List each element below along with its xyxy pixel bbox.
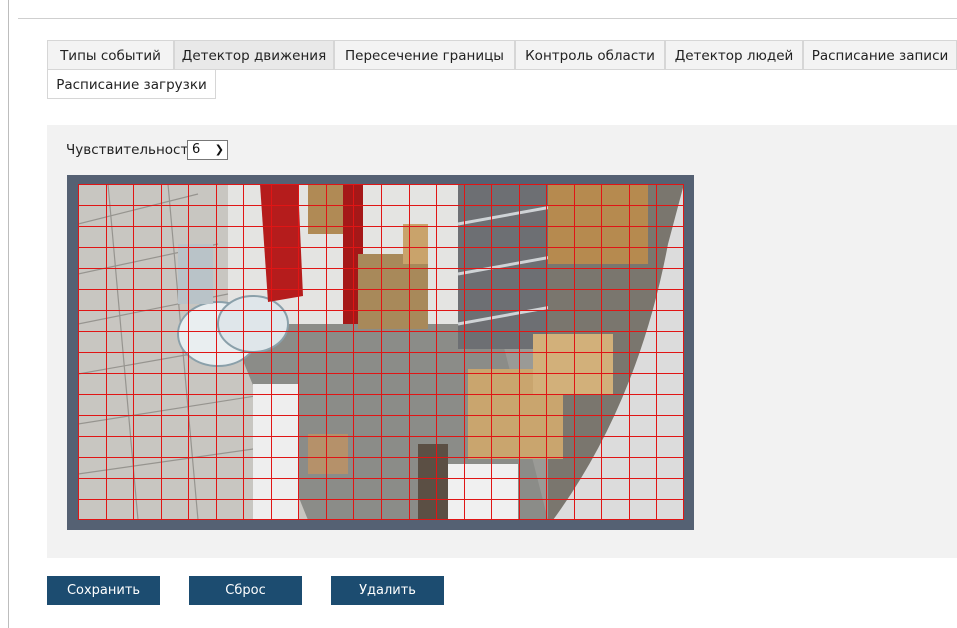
- tab-people-detector[interactable]: Детектор людей: [665, 40, 803, 70]
- left-border: [8, 0, 9, 628]
- tab-record-schedule[interactable]: Расписание записи: [803, 40, 957, 70]
- camera-view[interactable]: [78, 184, 684, 520]
- tab-event-types[interactable]: Типы событий: [47, 40, 174, 70]
- save-button[interactable]: Сохранить: [47, 576, 160, 605]
- boxes-upper-right: [548, 184, 648, 264]
- cable-rack: [178, 244, 213, 304]
- tab-motion-detection[interactable]: Детектор движения: [174, 40, 334, 70]
- delete-button[interactable]: Удалить: [331, 576, 444, 605]
- boxes-center: [358, 254, 428, 329]
- top-divider: [18, 18, 957, 19]
- tab-area-control[interactable]: Контроль области: [515, 40, 665, 70]
- box-stack: [403, 224, 428, 264]
- pallet: [418, 444, 448, 520]
- sensitivity-value: 6: [192, 142, 201, 157]
- cable-coil-2: [217, 295, 289, 353]
- reset-button[interactable]: Сброс: [189, 576, 302, 605]
- sensitivity-select[interactable]: 6 ❯: [187, 140, 228, 160]
- tab-line-crossing[interactable]: Пересечение границы: [334, 40, 515, 70]
- sensitivity-label: Чувствительность: [66, 142, 197, 158]
- camera-view-svg: [78, 184, 684, 520]
- tab-upload-schedule[interactable]: Расписание загрузки: [47, 69, 216, 99]
- chevron-down-icon: ❯: [214, 143, 224, 156]
- box-floor: [308, 434, 348, 474]
- white-package: [448, 464, 518, 520]
